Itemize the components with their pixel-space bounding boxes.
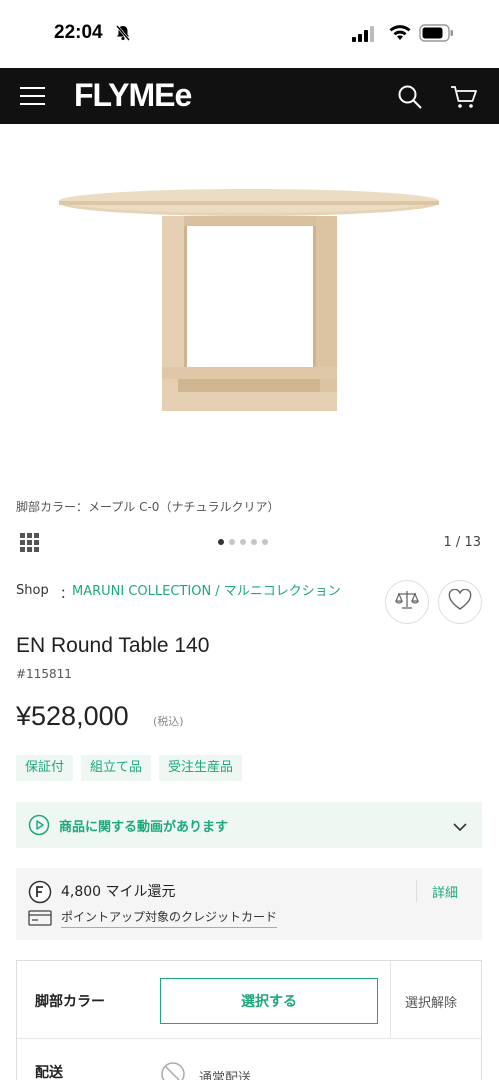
heart-icon [448, 588, 472, 615]
flymee-point-icon [28, 880, 52, 908]
options-panel: 脚部カラー 選択する 選択解除 配送 通常配送 [16, 960, 482, 1080]
site-header: FLYMEe [0, 68, 499, 124]
product-title: EN Round Table 140 [16, 634, 210, 657]
product-tags: 保証付 組立て品 受注生産品 [16, 755, 243, 781]
play-circle-icon [28, 814, 50, 840]
credit-card-icon [28, 910, 52, 930]
tag-warranty: 保証付 [16, 755, 74, 781]
clear-selection-button[interactable]: 選択解除 [405, 992, 457, 1011]
miles-text: 4,800 マイル還元 [61, 884, 176, 900]
leg-color-row: 脚部カラー 選択する 選択解除 [17, 961, 481, 1039]
bell-off-icon [114, 24, 132, 46]
gallery-dot[interactable] [218, 539, 224, 545]
signal-icon [352, 26, 376, 46]
detail-link[interactable]: 詳細 [432, 882, 458, 901]
shop-name-link[interactable]: MARUNI COLLECTION / マルニコレクション [72, 581, 362, 602]
video-accordion[interactable]: 商品に関する動画があります [16, 802, 482, 848]
gallery-counter: 1 / 13 [443, 535, 481, 550]
color-caption: 脚部カラー：メープル C-0（ナチュラルクリア） [16, 500, 280, 514]
gallery-dot[interactable] [240, 539, 246, 545]
divider [390, 961, 391, 1039]
prohibited-icon [160, 1061, 186, 1080]
site-logo[interactable]: FLYMEe [74, 77, 192, 114]
favorite-button[interactable] [438, 580, 482, 624]
status-bar: 22:04 [0, 0, 499, 68]
shop-label: Shop [16, 583, 49, 598]
gallery-dot[interactable] [229, 539, 235, 545]
gallery-pagination [218, 539, 268, 545]
chevron-down-icon [452, 818, 468, 837]
tax-note: (税込) [153, 715, 184, 728]
search-icon[interactable] [397, 84, 423, 114]
delivery-value: 通常配送 [199, 1071, 252, 1080]
divider [416, 880, 417, 902]
cart-icon[interactable] [450, 84, 478, 114]
product-price: ¥528,000 [16, 701, 129, 731]
product-id: #115811 [16, 667, 72, 681]
select-button[interactable]: 選択する [160, 978, 378, 1024]
video-text: 商品に関する動画があります [59, 820, 229, 835]
battery-icon [419, 24, 455, 46]
tag-made-to-order: 受注生産品 [159, 755, 243, 781]
hamburger-menu-icon[interactable] [20, 86, 45, 106]
leg-color-label: 脚部カラー [35, 994, 105, 1010]
compare-button[interactable] [385, 580, 429, 624]
grid-view-icon[interactable] [20, 533, 40, 557]
gallery-dot[interactable] [262, 539, 268, 545]
product-image[interactable] [0, 124, 499, 484]
miles-box: 4,800 マイル還元 詳細 ポイントアップ対象のクレジットカード [16, 868, 482, 940]
status-time: 22:04 [54, 22, 103, 43]
tag-assembly: 組立て品 [81, 755, 152, 781]
wifi-icon [388, 23, 412, 47]
gallery-dot[interactable] [251, 539, 257, 545]
credit-card-link[interactable]: ポイントアップ対象のクレジットカード [61, 908, 278, 928]
scale-icon [395, 589, 419, 615]
delivery-label: 配送 [35, 1065, 63, 1080]
